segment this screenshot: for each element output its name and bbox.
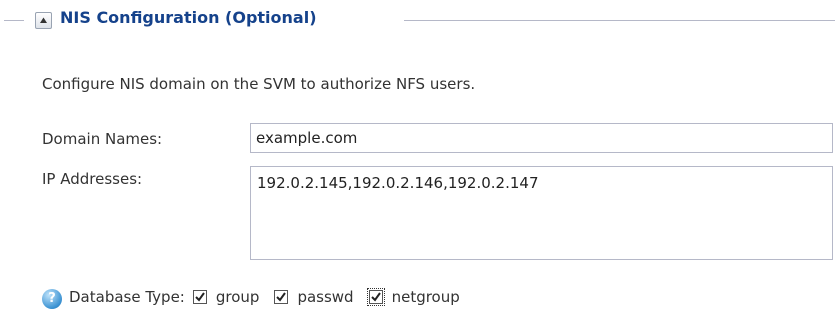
passwd-checkbox-label: passwd	[297, 288, 354, 306]
nis-configuration-fieldset: NIS Configuration (Optional) Configure N…	[0, 0, 835, 322]
ip-addresses-textarea[interactable]	[250, 166, 833, 260]
database-type-row: Database Type: group passwd netgroup	[69, 288, 475, 306]
help-icon[interactable]: ?	[42, 289, 62, 309]
group-checkbox[interactable]	[192, 290, 207, 304]
passwd-option: passwd	[274, 288, 354, 306]
collapse-up-icon	[40, 17, 47, 23]
fieldset-border-left	[4, 20, 24, 21]
ip-addresses-label: IP Addresses:	[42, 170, 143, 188]
checkmark-icon	[276, 292, 287, 302]
section-description: Configure NIS domain on the SVM to autho…	[42, 75, 476, 93]
netgroup-option: netgroup	[366, 288, 460, 306]
collapse-toggle-button[interactable]	[35, 12, 52, 29]
domain-names-label: Domain Names:	[42, 130, 163, 148]
netgroup-checkbox[interactable]	[366, 288, 385, 306]
checkmark-icon	[195, 292, 205, 302]
checkmark-icon	[370, 292, 381, 302]
fieldset-border-right	[404, 20, 835, 21]
section-title: NIS Configuration (Optional)	[60, 8, 317, 27]
group-checkbox-label: group	[215, 288, 260, 306]
netgroup-checkbox-label: netgroup	[391, 288, 460, 306]
database-type-label: Database Type:	[69, 288, 185, 306]
domain-names-input[interactable]	[250, 123, 833, 153]
passwd-checkbox[interactable]	[274, 290, 289, 304]
group-option: group	[192, 288, 260, 306]
